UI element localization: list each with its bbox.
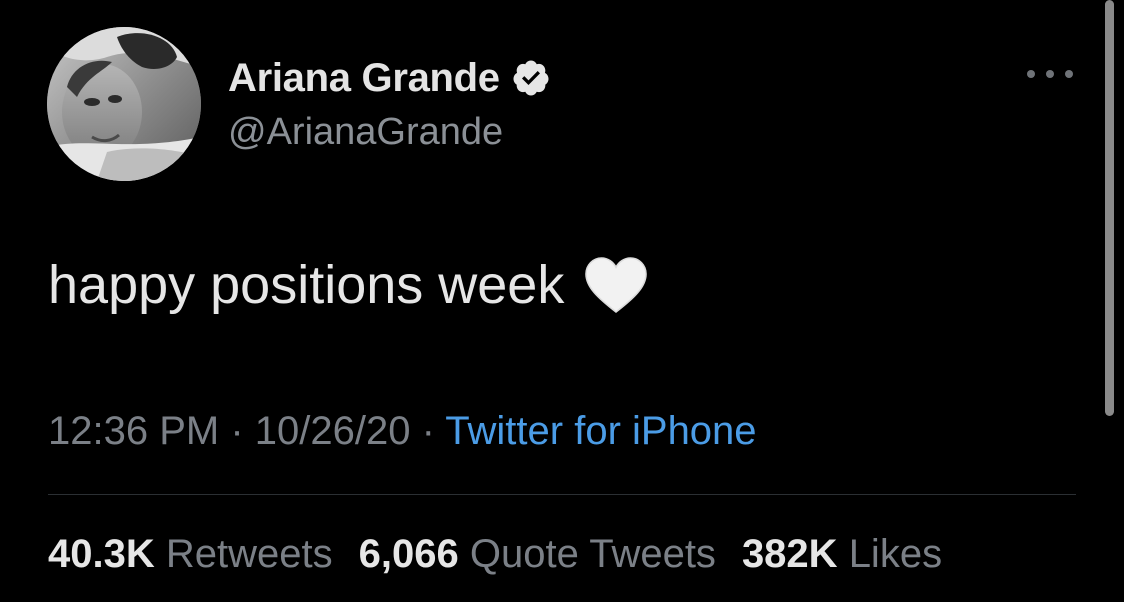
meta-separator: ·: [219, 409, 255, 453]
white-heart-icon: [584, 256, 648, 314]
verified-badge-icon: [511, 58, 551, 98]
likes-stat[interactable]: 382K Likes: [742, 532, 942, 576]
more-options-icon[interactable]: [1027, 62, 1073, 86]
tweet-source-link[interactable]: Twitter for iPhone: [445, 409, 756, 453]
meta-separator: ·: [410, 409, 446, 453]
likes-count: 382K: [741, 532, 838, 576]
quote-tweets-stat[interactable]: 6,066 Quote Tweets: [359, 532, 716, 576]
tweet-text: happy positions week: [48, 254, 648, 316]
quote-tweets-count: 6,066: [358, 532, 459, 576]
retweets-count: 40.3K: [48, 532, 155, 576]
divider: [48, 494, 1076, 495]
more-dot: [1046, 70, 1054, 78]
avatar[interactable]: [47, 27, 201, 181]
likes-label: Likes: [848, 532, 943, 576]
display-name[interactable]: Ariana Grande: [228, 56, 500, 101]
quote-tweets-label: Quote Tweets: [469, 532, 716, 576]
tweet-time[interactable]: 12:36 PM: [48, 409, 219, 453]
retweets-stat[interactable]: 40.3K Retweets: [48, 532, 333, 576]
tweet-date[interactable]: 10/26/20: [255, 409, 411, 453]
tweet-card: Ariana Grande @ArianaGrande happy positi…: [0, 0, 1124, 602]
tweet-stats: 40.3K Retweets 6,066 Quote Tweets 382K Lik…: [48, 532, 942, 577]
author-name-row[interactable]: Ariana Grande: [228, 55, 551, 101]
more-dot: [1065, 70, 1073, 78]
retweets-label: Retweets: [165, 532, 333, 576]
author-handle[interactable]: @ArianaGrande: [228, 111, 503, 154]
more-dot: [1027, 70, 1035, 78]
tweet-body: happy positions week: [48, 255, 565, 315]
tweet-meta: 12:36 PM · 10/26/20 · Twitter for iPhone: [48, 409, 757, 454]
scrollbar[interactable]: [1105, 0, 1114, 416]
avatar-photo: [47, 27, 201, 181]
